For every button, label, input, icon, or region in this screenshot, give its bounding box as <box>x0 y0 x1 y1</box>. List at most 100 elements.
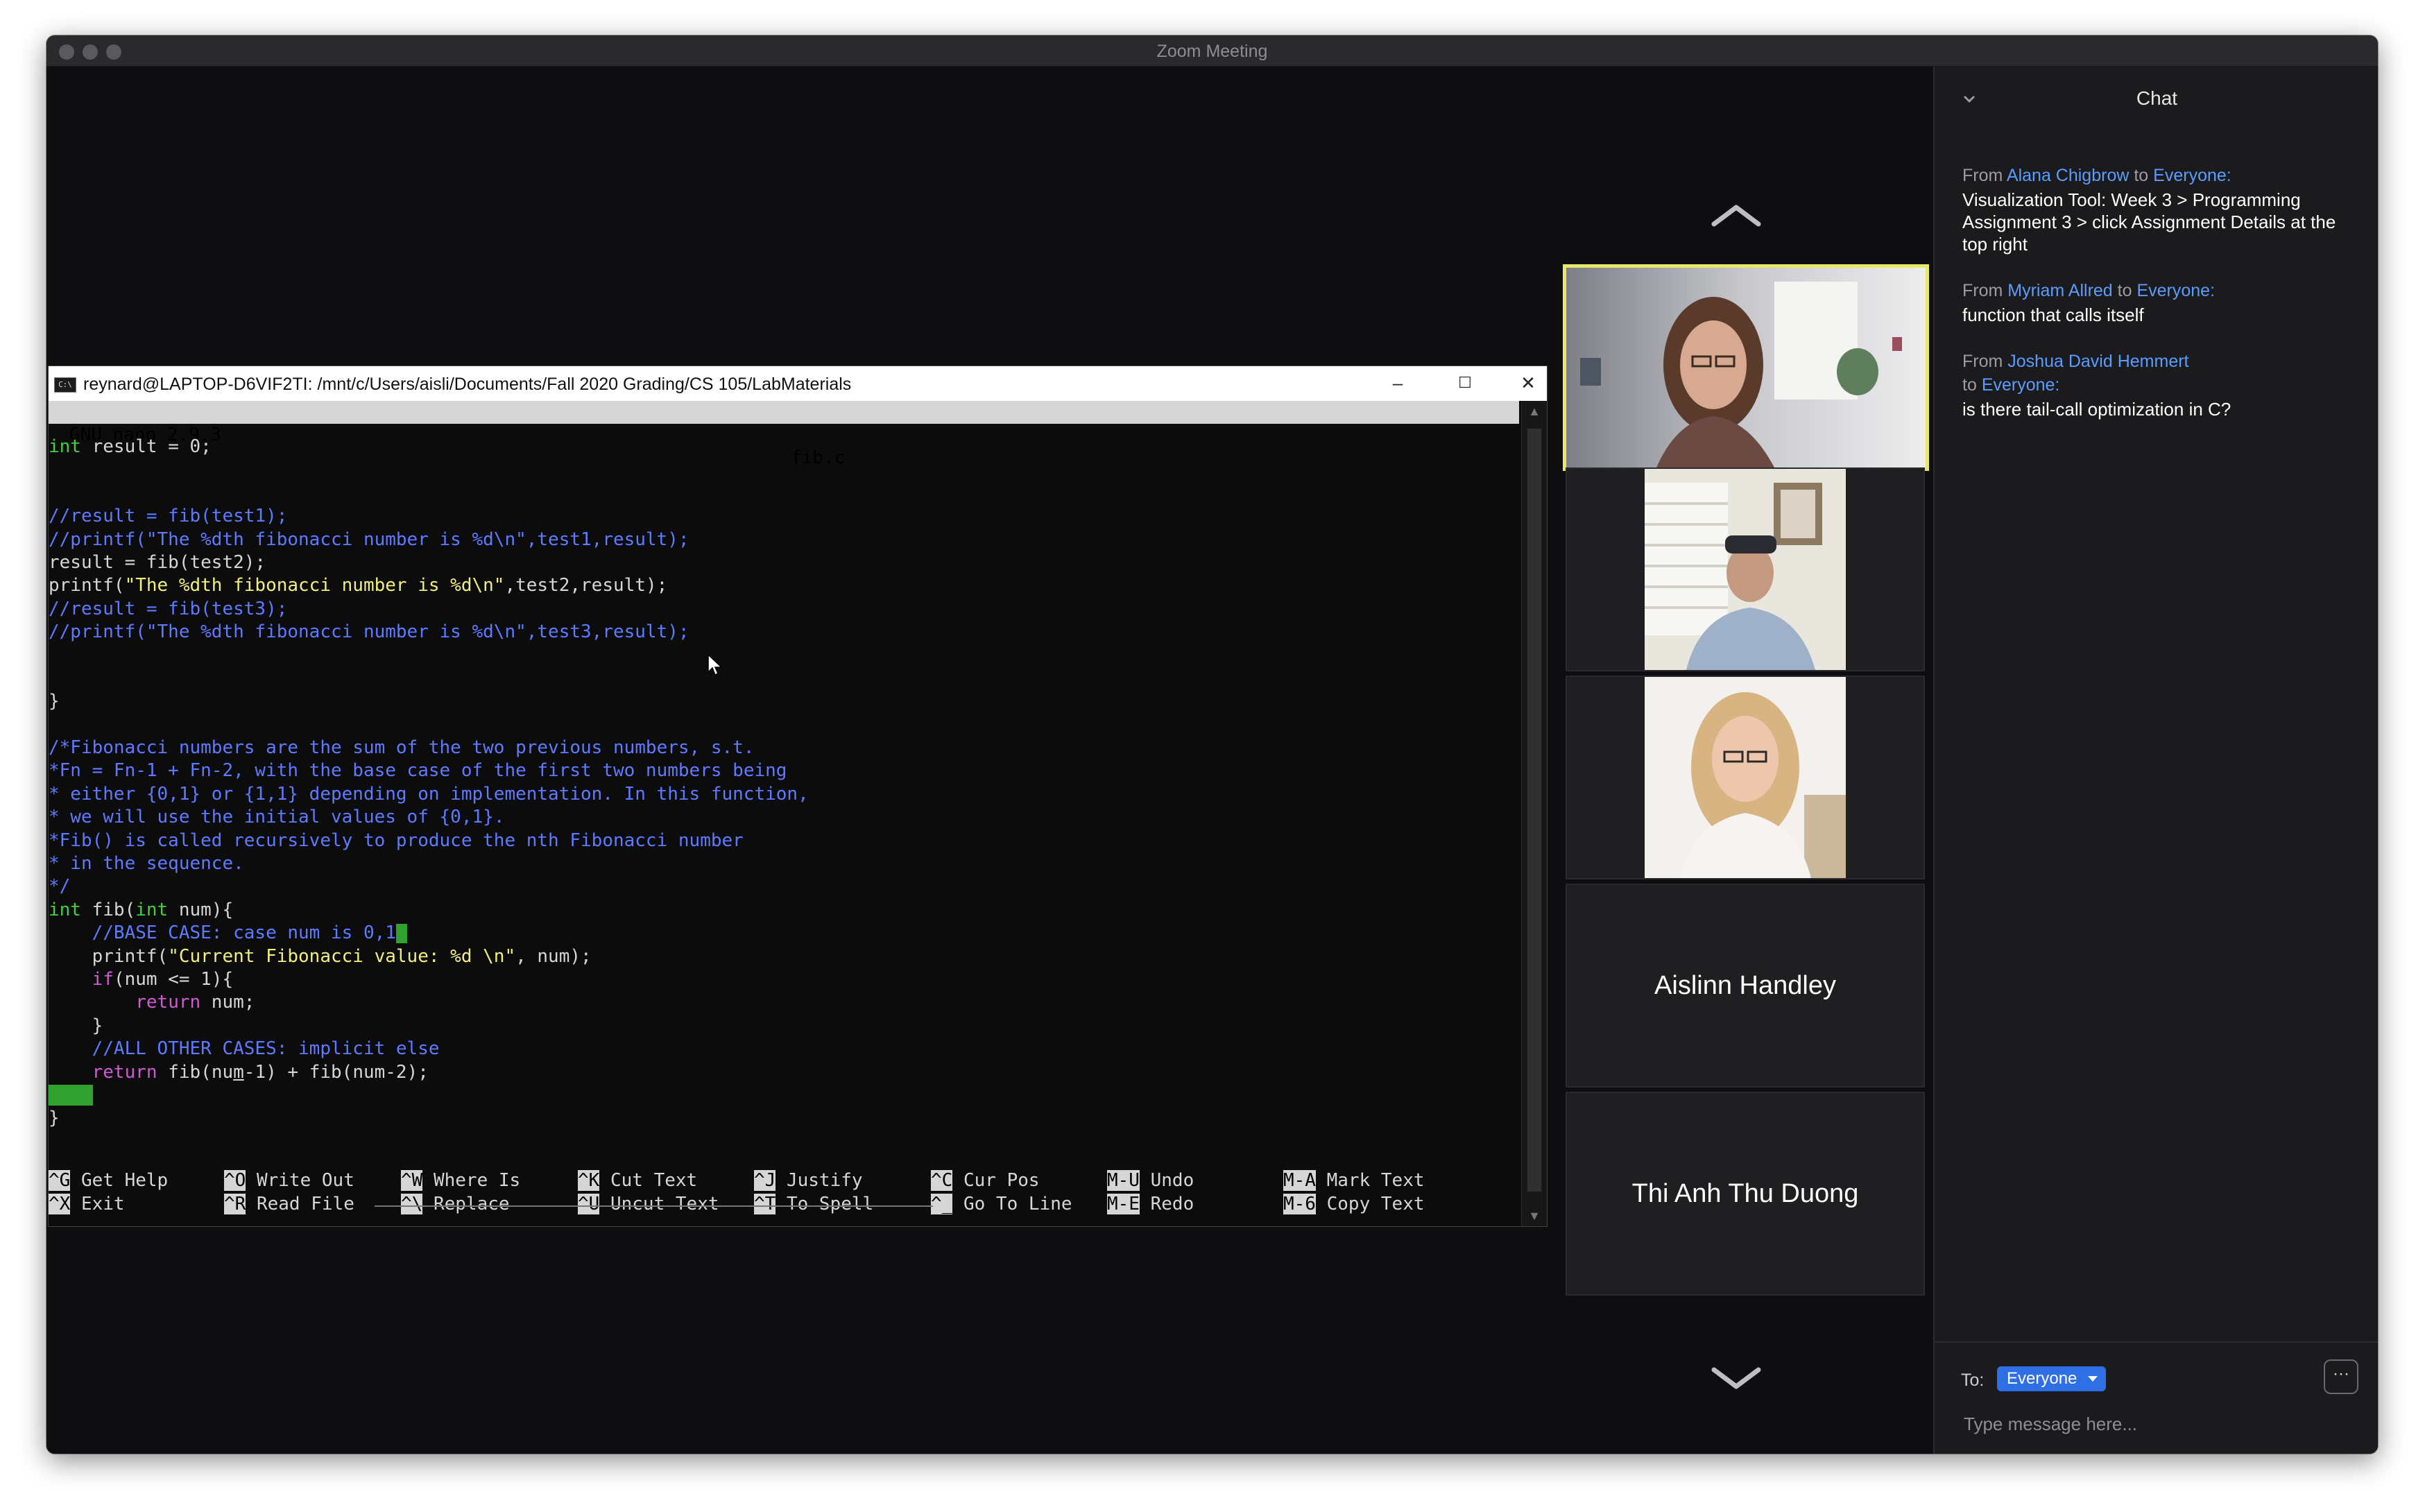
shortcut-cut-text[interactable]: ^K Cut Text <box>578 1169 697 1192</box>
shortcut-undo[interactable]: M-U Undo <box>1107 1169 1194 1192</box>
more-options-button[interactable]: ··· <box>2324 1359 2358 1394</box>
shortcut-replace[interactable]: ^\ Replace <box>401 1192 510 1216</box>
chat-message: From Alana Chigbrow to Everyone: Visuali… <box>1962 164 2365 255</box>
code-line: * we will use the initial values of {0,1… <box>49 807 505 828</box>
code-area[interactable]: int result = 0; //result = fib(test1); /… <box>49 436 809 1131</box>
code-token: -1) + fib(num-2); <box>243 1061 429 1083</box>
code-line: * either {0,1} or {1,1} depending on imp… <box>49 783 809 805</box>
shortcut-write-out[interactable]: ^O Write Out <box>224 1169 354 1192</box>
code-string: "Current Fibonacci value: %d \n" <box>168 945 516 967</box>
gallery-down-icon[interactable] <box>1708 1364 1764 1392</box>
participant-video <box>1645 677 1846 878</box>
chat-header: Chat <box>1935 67 2378 129</box>
video-tile[interactable] <box>1566 467 1925 671</box>
shortcut-cur-pos[interactable]: ^C Cur Pos <box>931 1169 1040 1192</box>
nano-editor[interactable]: GNU nano 2.9.3 fib.c int result = 0; //r… <box>49 401 1519 1226</box>
code-string: "The %dth fibonacci number is %d\n" <box>124 575 505 596</box>
code-line <box>49 1084 809 1107</box>
code-line: int fib(int num){ <box>49 899 809 922</box>
code-keyword: return <box>92 1061 157 1083</box>
shortcut-mark-text[interactable]: M-A Mark Text <box>1283 1169 1425 1192</box>
recipient-name[interactable]: Everyone: <box>1982 375 2060 395</box>
code-line: } <box>49 1015 103 1036</box>
video-tile-name-only[interactable]: Thi Anh Thu Duong <box>1566 1092 1925 1296</box>
code-line: //BASE CASE: case num is 0,1 <box>49 922 809 945</box>
shortcut-copy-text[interactable]: M-6 Copy Text <box>1283 1192 1425 1216</box>
recipient-name[interactable]: Everyone: <box>2136 281 2215 300</box>
zoom-window: Zoom Meeting C:\ reynard@LAPTOP-D6VIF2TI… <box>46 35 2378 1454</box>
terminal-titlebar: C:\ reynard@LAPTOP-D6VIF2TI: /mnt/c/User… <box>49 366 1547 401</box>
chat-compose: To: Everyone ··· <box>1935 1341 2378 1454</box>
shortcut-exit[interactable]: ^X Exit <box>49 1192 125 1216</box>
code-line: //result = fib(test3); <box>49 598 288 619</box>
shortcut-justify[interactable]: ^J Justify <box>754 1169 863 1192</box>
shortcut-where-is[interactable]: ^W Where Is <box>401 1169 520 1192</box>
chat-message: From Myriam Allred to Everyone: function… <box>1962 279 2365 326</box>
shortcut-to-spell[interactable]: ^T To Spell <box>754 1192 873 1216</box>
text-cursor <box>395 923 407 943</box>
shortcut-redo[interactable]: M-E Redo <box>1107 1192 1194 1216</box>
terminal-minimize-button[interactable]: – <box>1380 369 1415 397</box>
window-titlebar: Zoom Meeting <box>46 35 2378 67</box>
code-line: } <box>49 1108 60 1129</box>
recipient-dropdown[interactable]: Everyone <box>1997 1366 2107 1391</box>
chat-message-text: is there tail-call optimization in C? <box>1962 399 2231 420</box>
code-line: result = fib(test2); <box>49 551 266 573</box>
code-keyword: return <box>135 992 201 1013</box>
code-line: //ALL OTHER CASES: implicit else <box>49 1038 440 1060</box>
shortcut-read-file[interactable]: ^R Read File <box>224 1192 354 1216</box>
code-line: /*Fibonacci numbers are the sum of the t… <box>49 737 755 759</box>
participant-name: Thi Anh Thu Duong <box>1631 1178 1859 1208</box>
recipient-name[interactable]: Everyone: <box>2153 166 2231 185</box>
chat-messages: From Alana Chigbrow to Everyone: Visuali… <box>1962 164 2365 444</box>
chat-message-input[interactable] <box>1962 1409 2340 1438</box>
terminal-maximize-button[interactable]: ☐ <box>1448 369 1482 397</box>
code-token: m <box>233 1061 244 1083</box>
code-keyword: if <box>92 968 114 990</box>
shortcut-uncut-text[interactable]: ^U Uncut Text <box>578 1192 719 1216</box>
code-line: int result = 0; <box>49 436 809 458</box>
code-token: num){ <box>168 899 234 920</box>
terminal-close-button[interactable]: ✕ <box>1511 369 1545 397</box>
scroll-up-icon[interactable]: ▲ <box>1522 401 1547 422</box>
terminal-window: C:\ reynard@LAPTOP-D6VIF2TI: /mnt/c/User… <box>48 366 1548 1227</box>
to-label: To: <box>1961 1371 1985 1390</box>
chat-title: Chat <box>2136 87 2178 109</box>
code-token: , num); <box>515 945 592 967</box>
chat-message-header: From Alana Chigbrow to Everyone: <box>1962 166 2231 185</box>
participant-name: Aislinn Handley <box>1654 970 1836 1000</box>
sender-name[interactable]: Myriam Allred <box>2007 281 2112 300</box>
terminal-title: reynard@LAPTOP-D6VIF2TI: /mnt/c/Users/ai… <box>83 375 852 394</box>
code-line: return num; <box>49 991 809 1014</box>
code-line: *Fn = Fn-1 + Fn-2, with the base case of… <box>49 760 787 782</box>
code-line: */ <box>49 876 71 897</box>
gallery-up-icon[interactable] <box>1708 200 1764 228</box>
code-line: * in the sequence. <box>49 853 244 875</box>
code-token: (num <= 1){ <box>113 968 234 990</box>
participant-video <box>1645 469 1846 670</box>
sender-name[interactable]: Joshua David Hemmert <box>2007 352 2188 371</box>
video-tile[interactable] <box>1566 676 1925 879</box>
shortcut-go-to-line[interactable]: ^_ Go To Line <box>931 1192 1072 1216</box>
shortcut-get-help[interactable]: ^G Get Help <box>49 1169 168 1192</box>
shortcut-row: ^X Exit ^R Read File ^\ Replace ^U Uncut… <box>49 1192 1519 1216</box>
scroll-thumb[interactable] <box>1527 429 1541 1192</box>
chat-message-text: function that calls itself <box>1962 304 2144 325</box>
code-token: int <box>49 899 81 920</box>
terminal-scrollbar[interactable]: ▲ ▼ <box>1521 401 1547 1226</box>
sender-name[interactable]: Alana Chigbrow <box>2007 166 2130 185</box>
code-line: *Fib() is called recursively to produce … <box>49 830 744 851</box>
shared-screen-area: C:\ reynard@LAPTOP-D6VIF2TI: /mnt/c/User… <box>46 67 1933 1454</box>
code-token: //BASE CASE: case num is 0,1 <box>49 922 396 944</box>
scroll-down-icon[interactable]: ▼ <box>1522 1205 1547 1226</box>
code-token: fib(nu <box>157 1061 234 1083</box>
code-line: printf("The %dth fibonacci number is %d\… <box>49 574 809 597</box>
whitespace-highlight <box>49 1085 93 1106</box>
video-tile-name-only[interactable]: Aislinn Handley <box>1566 884 1925 1088</box>
code-token: result = 0; <box>80 436 212 457</box>
video-tile-active[interactable] <box>1563 264 1929 471</box>
